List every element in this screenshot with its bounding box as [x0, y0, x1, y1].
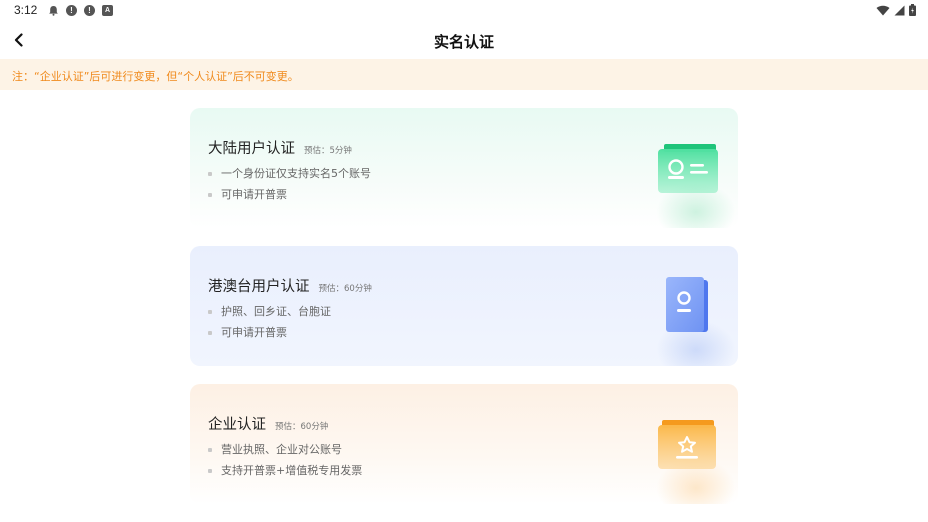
page-title: 实名认证 [433, 33, 494, 51]
battery-icon [909, 4, 916, 16]
card-title-row: 港澳台用户认证 预估：60分钟 [208, 275, 372, 296]
card-art [648, 412, 736, 504]
card-estimate: 预估：5分钟 [304, 146, 352, 156]
header: 实名认证 [0, 22, 928, 59]
card-art [648, 274, 736, 366]
alert-icon: ! [66, 5, 77, 16]
card-feature-list: 一个身份证仅支持实名5个账号 可申请开普票 [208, 168, 371, 210]
business-license-icon [658, 420, 716, 469]
status-time: 3:12 [14, 3, 38, 17]
card-feature-list: 护照、回乡证、台胞证 可申请开普票 [208, 306, 331, 348]
notice-bar: 注：“企业认证”后可进行变更，但“个人认证”后不可变更。 [0, 59, 928, 90]
bullet [208, 331, 212, 335]
list-item: 护照、回乡证、台胞证 [208, 306, 331, 327]
bullet [208, 469, 212, 473]
app-icon: A [102, 5, 113, 16]
status-icons-left: ! ! A [48, 5, 113, 16]
status-icons-right [876, 4, 916, 16]
bullet [208, 172, 212, 176]
card-hk-macau-taiwan-verification[interactable]: 港澳台用户认证 预估：60分钟 护照、回乡证、台胞证 可申请开普票 [190, 246, 738, 366]
status-bar: 3:12 ! ! A [0, 0, 928, 22]
notification-icon [49, 6, 58, 16]
signal-icon [894, 5, 905, 15]
card-art [648, 136, 736, 228]
card-title: 港澳台用户认证 [208, 279, 310, 295]
card-title: 大陆用户认证 [208, 141, 295, 157]
bullet [208, 448, 212, 452]
card-mainland-verification[interactable]: 大陆用户认证 预估：5分钟 一个身份证仅支持实名5个账号 可申请开普票 [190, 108, 738, 228]
list-item: 一个身份证仅支持实名5个账号 [208, 168, 371, 189]
card-title: 企业认证 [208, 417, 266, 433]
bullet [208, 193, 212, 197]
list-item: 营业执照、企业对公账号 [208, 444, 362, 465]
card-title-row: 企业认证 预估：60分钟 [208, 413, 328, 434]
list-item: 可申请开普票 [208, 189, 371, 210]
card-estimate: 预估：60分钟 [318, 284, 372, 294]
card-enterprise-verification[interactable]: 企业认证 预估：60分钟 营业执照、企业对公账号 支持开普票+增值税专用发票 [190, 384, 738, 504]
list-item: 可申请开普票 [208, 327, 331, 348]
wifi-icon [876, 5, 890, 15]
list-item: 支持开普票+增值税专用发票 [208, 465, 362, 486]
card-estimate: 预估：60分钟 [275, 422, 329, 432]
bullet [208, 310, 212, 314]
passport-icon [666, 277, 708, 332]
id-card-icon [658, 144, 718, 193]
card-title-row: 大陆用户认证 预估：5分钟 [208, 137, 352, 158]
notice-text: 注：“企业认证”后可进行变更，但“个人认证”后不可变更。 [12, 70, 299, 83]
card-feature-list: 营业执照、企业对公账号 支持开普票+增值税专用发票 [208, 444, 362, 486]
alert-icon: ! [84, 5, 95, 16]
